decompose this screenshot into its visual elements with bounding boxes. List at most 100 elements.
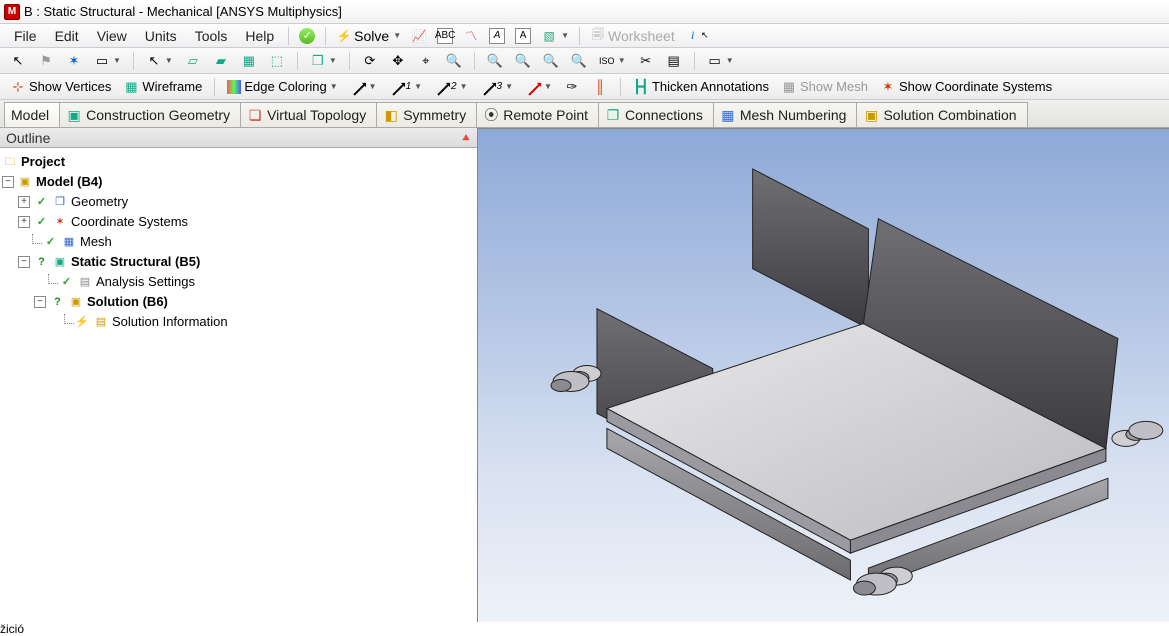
show-vertices-button[interactable]: ⊹ Show Vertices — [6, 78, 115, 96]
flag-button[interactable]: ⚑ — [34, 52, 58, 70]
separator — [349, 52, 350, 70]
tab-virtual-label: Virtual Topology — [267, 107, 366, 123]
app-logo-icon: M — [4, 4, 20, 20]
rotate-button[interactable]: ⟳ — [358, 52, 382, 70]
axes-button[interactable]: ✶ — [62, 52, 86, 70]
pencil-1-button[interactable]: 1▼ — [385, 80, 426, 93]
toggle-collapse-icon[interactable]: − — [18, 256, 30, 268]
plot-button[interactable]: 〽 — [459, 27, 483, 45]
tree-model[interactable]: − ▣ Model (B4) — [2, 172, 475, 192]
chevron-down-icon: ▼ — [544, 82, 552, 91]
menu-help[interactable]: Help — [237, 26, 282, 46]
tree-solution-information[interactable]: ▤ Solution Information — [2, 312, 475, 332]
pick-point-button[interactable]: ↖▼ — [142, 52, 177, 70]
zoom-button[interactable]: 🔍 — [442, 52, 466, 70]
zoom-area-button[interactable]: ⌖ — [414, 52, 438, 70]
status-ok-button[interactable]: ✓ — [295, 27, 319, 45]
select-button[interactable]: ▭▼ — [90, 52, 125, 70]
show-mesh-button[interactable]: ▦ Show Mesh — [777, 78, 872, 96]
thicken-annotations-button[interactable]: ┣┫ Thicken Annotations — [629, 78, 773, 96]
zoom-out-button[interactable]: 🔍 — [511, 52, 535, 70]
tab-symmetry[interactable]: ◧ Symmetry — [376, 102, 477, 127]
show-cs-button[interactable]: ✶ Show Coordinate Systems — [876, 78, 1056, 96]
zoom-selection-button[interactable]: 🔍 — [567, 52, 591, 70]
connections-icon: ❐ — [605, 107, 621, 123]
toggle-expand-icon[interactable]: + — [18, 196, 30, 208]
probe-button[interactable]: ║ — [588, 78, 612, 96]
tab-construction-geometry[interactable]: ▣ Construction Geometry — [59, 102, 241, 127]
pick-body-button[interactable]: ▦ — [237, 52, 261, 70]
tree-project-label: Project — [21, 152, 65, 172]
show-mesh-label: Show Mesh — [800, 79, 868, 94]
tree-geometry[interactable]: + ❒ Geometry — [2, 192, 475, 212]
menu-units[interactable]: Units — [137, 26, 185, 46]
tab-virtual-topology[interactable]: ❏ Virtual Topology — [240, 102, 377, 127]
solve-button[interactable]: ⚡ Solve ▼ — [332, 27, 405, 45]
pencil-3-button[interactable]: 3▼ — [476, 80, 517, 93]
toggle-collapse-icon[interactable]: − — [34, 296, 46, 308]
separator — [694, 52, 695, 70]
pan-button[interactable]: ✥ — [386, 52, 410, 70]
toggle-collapse-icon[interactable]: − — [2, 176, 14, 188]
tree-analysis-settings[interactable]: ▤ Analysis Settings — [2, 272, 475, 292]
menu-file[interactable]: File — [6, 26, 45, 46]
zoom-sel-icon: 🔍 — [571, 53, 587, 69]
tree-coordinate-systems[interactable]: + ✶ Coordinate Systems — [2, 212, 475, 232]
tab-solution-combination[interactable]: ▣ Solution Combination — [856, 102, 1027, 127]
menu-edit[interactable]: Edit — [47, 26, 87, 46]
tag-button[interactable]: ✑ — [560, 78, 584, 96]
cube-button[interactable]: ❒▼ — [306, 52, 341, 70]
pick-edge-button[interactable]: ▱ — [181, 52, 205, 70]
chevron-down-icon: ▼ — [165, 56, 173, 65]
edge-coloring-label: Edge Coloring — [244, 79, 326, 94]
checkmark-icon: ✓ — [299, 28, 315, 44]
pick-face-button[interactable]: ▰ — [209, 52, 233, 70]
wireframe-button[interactable]: ▦ Wireframe — [119, 78, 206, 96]
image-button[interactable]: ▧ ▼ — [537, 27, 573, 45]
new-chart-button[interactable]: 📈 — [407, 27, 431, 45]
iso-icon: ISO — [599, 53, 615, 69]
display-toolbar: ⊹ Show Vertices ▦ Wireframe Edge Colorin… — [0, 74, 1169, 100]
chevron-down-icon: ▼ — [618, 56, 626, 65]
tab-model[interactable]: Model — [4, 102, 60, 127]
tree-geometry-label: Geometry — [71, 192, 128, 212]
abc-button[interactable]: ABC — [433, 27, 457, 45]
menu-tools[interactable]: Tools — [187, 26, 236, 46]
status-pending-icon — [33, 254, 49, 270]
zoom-in-button[interactable]: 🔍 — [483, 52, 507, 70]
pick-vertex-button[interactable]: ⬚ — [265, 52, 289, 70]
tree-static-structural[interactable]: − ▣ Static Structural (B5) — [2, 252, 475, 272]
remote-point-icon: ⦿ — [483, 107, 499, 123]
tab-remote-point[interactable]: ⦿ Remote Point — [476, 102, 599, 127]
cs-icon: ✶ — [52, 214, 68, 230]
tree-static-label: Static Structural (B5) — [71, 252, 200, 272]
menu-view[interactable]: View — [89, 26, 135, 46]
cursor-button[interactable]: ↖ — [6, 52, 30, 70]
pencil-red-icon — [528, 84, 539, 95]
tab-connections[interactable]: ❐ Connections — [598, 102, 714, 127]
pin-icon[interactable]: 🔺 — [459, 131, 473, 144]
edge-coloring-button[interactable]: Edge Coloring ▼ — [223, 78, 341, 95]
pencil-red-button[interactable]: ▼ — [521, 81, 556, 92]
toggle-expand-icon[interactable]: + — [18, 216, 30, 228]
3d-viewport[interactable] — [478, 128, 1169, 622]
tree-solution[interactable]: − ▣ Solution (B6) — [2, 292, 475, 312]
pencil-2-button[interactable]: 2▼ — [430, 80, 471, 93]
zoom-area-icon: ⌖ — [418, 53, 434, 69]
worksheet-button[interactable]: 🗐 Worksheet — [586, 27, 679, 45]
zoom-fit-button[interactable]: 🔍 — [539, 52, 563, 70]
pencil-0-button[interactable]: ▼ — [346, 81, 381, 92]
outline-tree[interactable]: 🗀 Project − ▣ Model (B4) + ❒ Geometry + … — [0, 148, 477, 622]
palette-button[interactable]: ▭▼ — [703, 52, 738, 70]
tree-mesh[interactable]: ▦ Mesh — [2, 232, 475, 252]
view-options-button[interactable]: ▤ — [662, 52, 686, 70]
snapshot-button[interactable]: ✂ — [634, 52, 658, 70]
axes-icon: ✶ — [66, 53, 82, 69]
a-color-button[interactable]: A — [511, 27, 535, 45]
annotate-a-button[interactable]: A — [485, 27, 509, 45]
iso-button[interactable]: ISO▼ — [595, 52, 630, 70]
sub-3-label: 3 — [497, 81, 503, 92]
tab-mesh-numbering[interactable]: ▦ Mesh Numbering — [713, 102, 858, 127]
tree-project[interactable]: 🗀 Project — [2, 152, 475, 172]
info-button[interactable]: i ↖ — [681, 27, 717, 45]
